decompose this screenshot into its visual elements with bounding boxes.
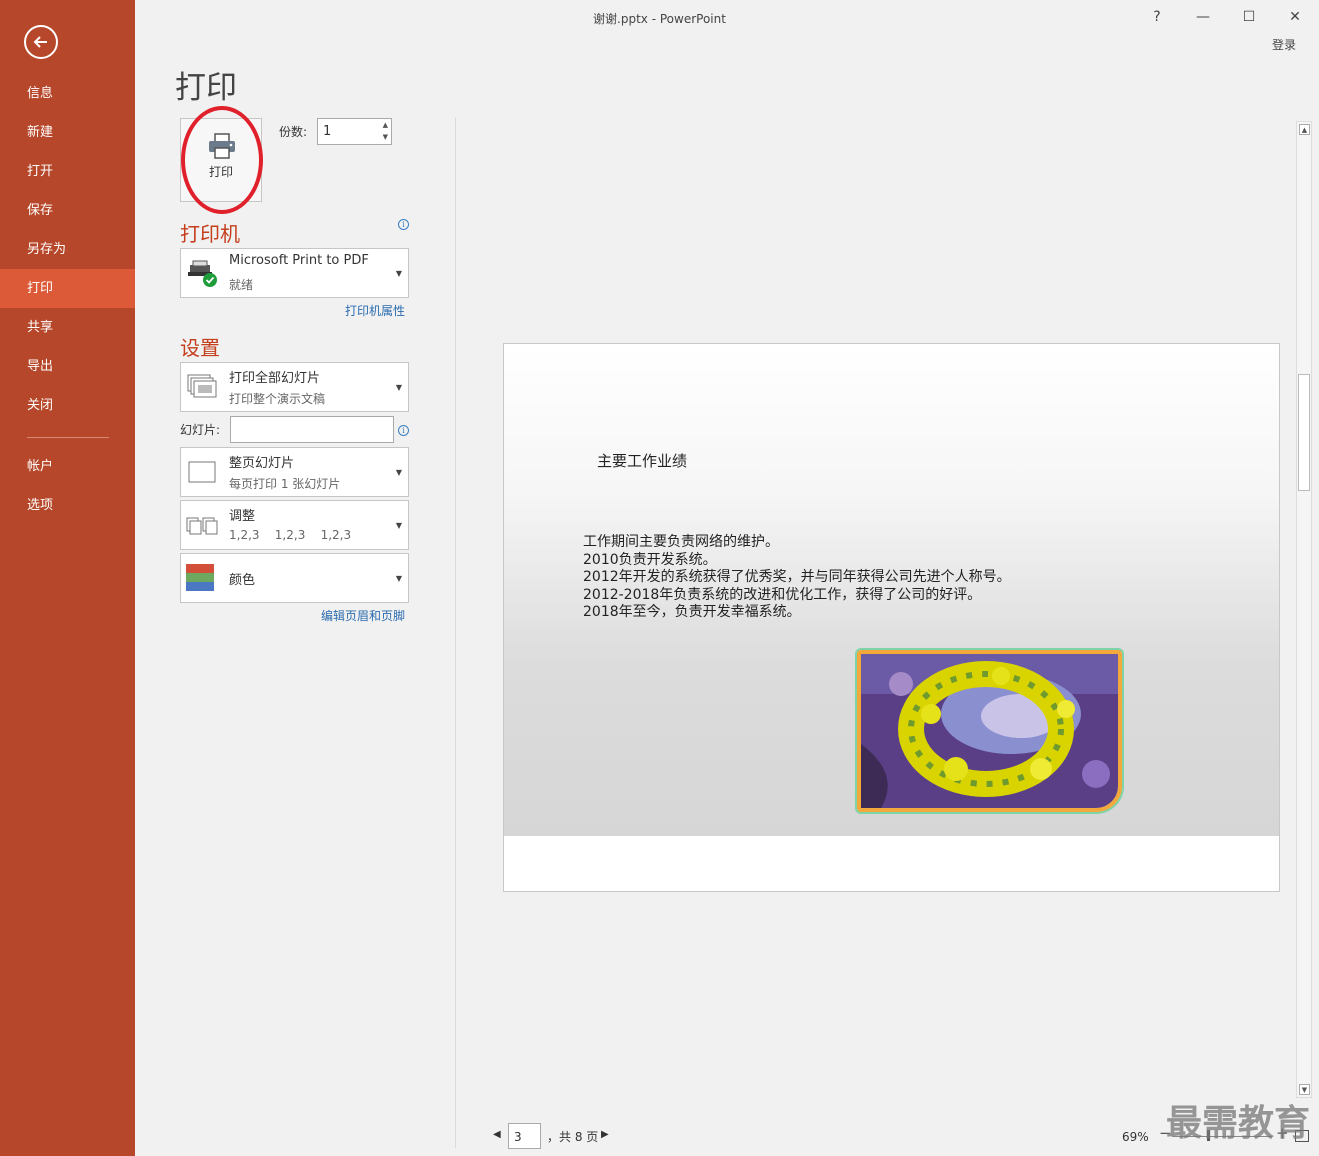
collate-title: 调整 bbox=[229, 509, 256, 524]
sidebar-divider bbox=[27, 437, 109, 438]
sidebar-item-print[interactable]: 打印 bbox=[0, 269, 135, 308]
scroll-up-icon[interactable]: ▲ bbox=[1299, 124, 1310, 135]
printer-properties-link[interactable]: 打印机属性 bbox=[345, 302, 405, 319]
sidebar-item-save[interactable]: 保存 bbox=[0, 191, 135, 230]
slide-title: 主要工作业绩 bbox=[597, 452, 688, 470]
info-icon[interactable]: i bbox=[398, 425, 409, 436]
chevron-down-icon: ▼ bbox=[395, 468, 402, 477]
color-title: 颜色 bbox=[229, 573, 256, 588]
printer-heading: 打印机 bbox=[180, 222, 240, 246]
backstage-sidebar: 信息 新建 打开 保存 另存为 打印 共享 导出 关闭 帐户 选项 bbox=[0, 0, 135, 1156]
copies-value: 1 bbox=[323, 124, 332, 139]
close-button[interactable]: ✕ bbox=[1272, 4, 1318, 30]
sidebar-item-export[interactable]: 导出 bbox=[0, 347, 135, 386]
color-dropdown[interactable]: 颜色 ▼ bbox=[180, 553, 409, 603]
info-icon[interactable]: i bbox=[398, 219, 409, 230]
login-link[interactable]: 登录 bbox=[1272, 36, 1296, 53]
slide-line: 2018年至今，负责开发幸福系统。 bbox=[583, 604, 801, 621]
print-range-dropdown[interactable]: 打印全部幻灯片 打印整个演示文稿 ▼ bbox=[180, 362, 409, 412]
chevron-down-icon: ▼ bbox=[395, 383, 402, 392]
printer-dropdown[interactable]: Microsoft Print to PDF 就绪 ▼ bbox=[180, 248, 409, 298]
zoom-level: 69% bbox=[1122, 1130, 1149, 1144]
printer-ready-icon bbox=[188, 260, 217, 287]
preview-scrollbar[interactable]: ▲ ▼ bbox=[1296, 121, 1312, 1098]
slide-line: 2012年开发的系统获得了优秀奖，并与同年获得公司先进个人称号。 bbox=[583, 569, 1011, 586]
page-total: ，共 8 页 bbox=[547, 1130, 599, 1144]
panel-divider bbox=[455, 118, 456, 1148]
spin-down-icon[interactable]: ▼ bbox=[383, 133, 388, 141]
slide-line: 2010负责开发系统。 bbox=[583, 551, 717, 568]
window-title: 谢谢.pptx - PowerPoint bbox=[593, 12, 726, 26]
chevron-down-icon: ▼ bbox=[395, 269, 402, 278]
page-number-input[interactable]: 3 bbox=[508, 1123, 541, 1149]
help-button[interactable]: ? bbox=[1134, 4, 1180, 30]
slides-label: 幻灯片: bbox=[180, 423, 221, 437]
sidebar-item-save-as[interactable]: 另存为 bbox=[0, 230, 135, 269]
scrollbar-thumb[interactable] bbox=[1298, 374, 1310, 491]
sidebar-item-open[interactable]: 打开 bbox=[0, 152, 135, 191]
layout-sub: 每页打印 1 张幻灯片 bbox=[229, 477, 341, 491]
header-footer-link[interactable]: 编辑页眉和页脚 bbox=[321, 607, 405, 624]
slide-body: 工作期间主要负责网络的维护。 2010负责开发系统。 2012年开发的系统获得了… bbox=[583, 534, 1011, 622]
sidebar-item-share[interactable]: 共享 bbox=[0, 308, 135, 347]
maximize-button[interactable]: ☐ bbox=[1226, 4, 1272, 30]
copies-stepper[interactable]: 1 ▲ ▼ bbox=[317, 118, 392, 145]
page-title: 打印 bbox=[175, 70, 237, 106]
watermark: 最需教育 bbox=[1166, 1102, 1311, 1144]
color-palette-icon bbox=[186, 564, 214, 591]
full-page-slide-icon bbox=[188, 461, 216, 483]
sidebar-item-info[interactable]: 信息 bbox=[0, 74, 135, 113]
next-page-icon[interactable]: ▶ bbox=[601, 1129, 609, 1140]
chevron-down-icon: ▼ bbox=[395, 574, 402, 583]
previous-page-icon[interactable]: ◀ bbox=[493, 1129, 501, 1140]
slide-line: 工作期间主要负责网络的维护。 bbox=[583, 534, 779, 550]
print-range-title: 打印全部幻灯片 bbox=[229, 371, 321, 386]
collate-dropdown[interactable]: 调整 1,2,3 1,2,3 1,2,3 ▼ bbox=[180, 500, 409, 550]
settings-heading: 设置 bbox=[180, 336, 220, 360]
collate-icon bbox=[186, 517, 218, 535]
sidebar-item-options[interactable]: 选项 bbox=[0, 486, 135, 525]
sidebar-item-close[interactable]: 关闭 bbox=[0, 386, 135, 425]
back-arrow-icon[interactable] bbox=[24, 25, 58, 59]
print-range-sub: 打印整个演示文稿 bbox=[229, 392, 326, 406]
slide-preview: 主要工作业绩 工作期间主要负责网络的维护。 2010负责开发系统。 2012年开… bbox=[503, 343, 1280, 892]
minimize-button[interactable]: — bbox=[1180, 4, 1226, 30]
sidebar-item-new[interactable]: 新建 bbox=[0, 113, 135, 152]
layout-dropdown[interactable]: 整页幻灯片 每页打印 1 张幻灯片 ▼ bbox=[180, 447, 409, 497]
sidebar-item-account[interactable]: 帐户 bbox=[0, 447, 135, 486]
layout-title: 整页幻灯片 bbox=[229, 456, 295, 471]
printer-name: Microsoft Print to PDF bbox=[229, 253, 369, 268]
slide-line: 2012-2018年负责系统的改进和优化工作，获得了公司的好评。 bbox=[583, 586, 982, 603]
collate-sub: 1,2,3 1,2,3 1,2,3 bbox=[229, 528, 352, 542]
spin-up-icon[interactable]: ▲ bbox=[383, 121, 388, 129]
chevron-down-icon: ▼ bbox=[395, 521, 402, 530]
printer-status: 就绪 bbox=[229, 278, 254, 292]
slides-input[interactable] bbox=[230, 416, 394, 443]
slides-stack-icon bbox=[187, 374, 217, 398]
annotation-circle bbox=[181, 106, 263, 214]
slide-flower-photo bbox=[857, 650, 1122, 812]
copies-label: 份数: bbox=[279, 125, 308, 139]
